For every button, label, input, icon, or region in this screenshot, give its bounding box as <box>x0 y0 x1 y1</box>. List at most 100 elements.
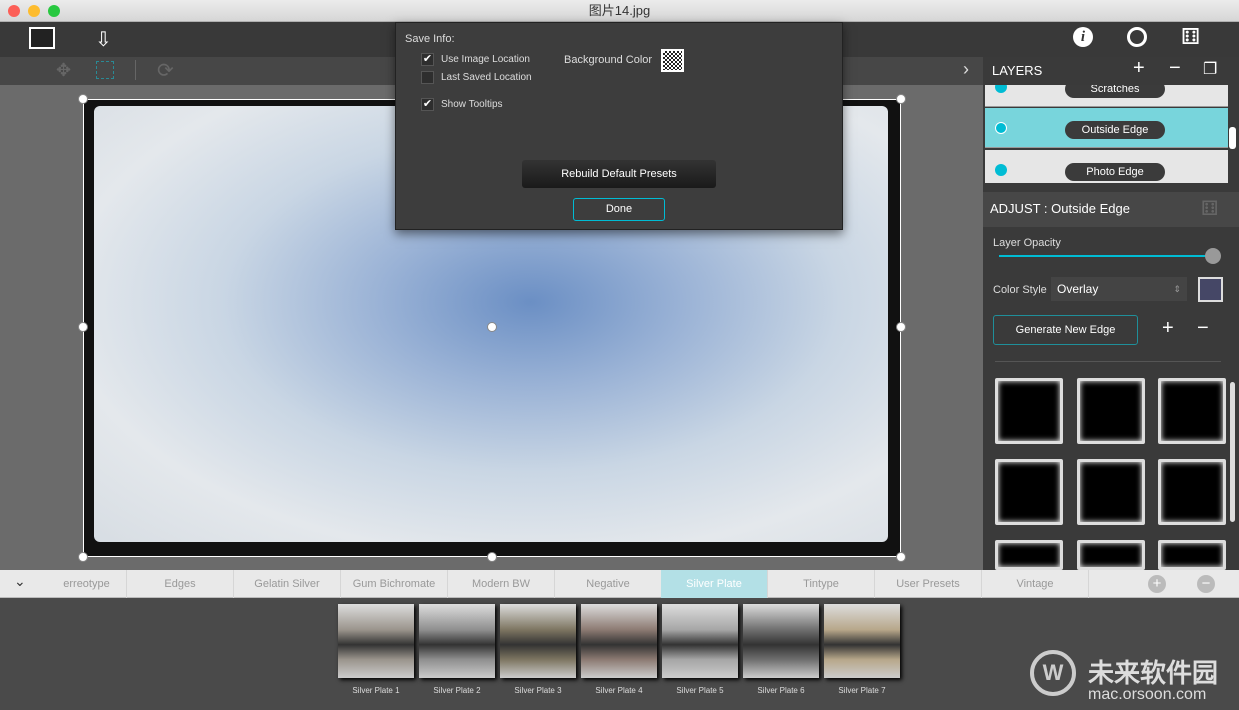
remove-edge-icon[interactable]: − <box>1197 317 1209 340</box>
last-saved-location-checkbox[interactable] <box>421 71 434 84</box>
random-dice-icon[interactable]: ⚅ <box>1201 196 1218 221</box>
tab-modern-bw[interactable]: Modern BW <box>448 570 555 598</box>
layers-list: Scratches Outside Edge Photo Edge <box>983 85 1228 183</box>
window-title: 图片14.jpg <box>588 3 651 18</box>
layers-scrollbar[interactable] <box>1229 127 1236 149</box>
preset-label: Silver Plate 3 <box>514 686 562 695</box>
adjust-title: ADJUST : Outside Edge <box>990 201 1130 216</box>
tab-erreotype[interactable]: erreotype <box>47 570 127 598</box>
generate-edge-button[interactable]: Generate New Edge <box>993 315 1138 345</box>
tab-tintype[interactable]: Tintype <box>768 570 875 598</box>
preset-thumbnail[interactable] <box>500 604 576 678</box>
tab-negative[interactable]: Negative <box>555 570 662 598</box>
add-preset-icon[interactable]: + <box>1148 575 1166 593</box>
resize-handle[interactable] <box>78 552 88 562</box>
chevron-down-icon[interactable]: ⌄ <box>14 573 26 590</box>
preset-label: Silver Plate 2 <box>433 686 481 695</box>
preset-thumbnail[interactable] <box>338 604 414 678</box>
move-icon[interactable]: ✥ <box>56 60 71 81</box>
edge-thumbnail[interactable] <box>1158 540 1226 570</box>
settings-icon[interactable] <box>1127 27 1147 47</box>
tab-edges[interactable]: Edges <box>127 570 234 598</box>
tab-user-presets[interactable]: User Presets <box>875 570 982 598</box>
edges-scrollbar[interactable] <box>1230 382 1235 522</box>
color-style-select[interactable]: Overlay ⇕ <box>1051 277 1187 301</box>
edge-thumbnail[interactable] <box>1158 378 1226 444</box>
add-layer-icon[interactable]: + <box>1133 57 1145 80</box>
opacity-slider-thumb[interactable] <box>1205 248 1221 264</box>
crop-icon[interactable] <box>96 61 114 79</box>
rotate-icon[interactable]: ⟳ <box>157 58 174 83</box>
show-tooltips-label: Show Tooltips <box>441 99 503 110</box>
center-handle[interactable] <box>487 322 497 332</box>
background-color-swatch[interactable] <box>661 49 684 72</box>
resize-handle[interactable] <box>896 322 906 332</box>
rebuild-presets-button[interactable]: Rebuild Default Presets <box>522 160 716 188</box>
preset-label: Silver Plate 1 <box>352 686 400 695</box>
edge-thumbnail[interactable] <box>1077 378 1145 444</box>
resize-handle[interactable] <box>487 552 497 562</box>
layer-item-selected[interactable]: Outside Edge <box>985 108 1228 148</box>
layer-item[interactable]: Photo Edge <box>985 150 1228 183</box>
layer-label: Outside Edge <box>1065 121 1165 139</box>
tab-vintage[interactable]: Vintage <box>982 570 1089 598</box>
minimize-button[interactable] <box>28 5 40 17</box>
open-image-icon[interactable] <box>29 27 55 49</box>
preset-label: Silver Plate 5 <box>676 686 724 695</box>
show-tooltips-checkbox[interactable]: ✔ <box>421 98 434 111</box>
edge-thumbnail[interactable] <box>1077 540 1145 570</box>
preset-strip: Silver Plate 1 Silver Plate 2 Silver Plate… <box>0 598 1239 710</box>
preset-thumbnail[interactable] <box>824 604 900 678</box>
color-style-value: Overlay <box>1057 282 1099 296</box>
preset-thumbnail[interactable] <box>743 604 819 678</box>
preset-thumbnail[interactable] <box>662 604 738 678</box>
add-edge-icon[interactable]: + <box>1162 317 1174 340</box>
background-color-label: Background Color <box>564 54 653 66</box>
edge-thumbnail[interactable] <box>1077 459 1145 525</box>
edge-thumbnail[interactable] <box>995 540 1063 570</box>
random-dice-icon[interactable]: ⚅ <box>1181 24 1200 50</box>
preset-label: Silver Plate 4 <box>595 686 643 695</box>
use-image-location-label: Use Image Location <box>441 54 530 65</box>
preset-label: Silver Plate 6 <box>757 686 805 695</box>
close-button[interactable] <box>8 5 20 17</box>
dialog-heading: Save Info: <box>405 33 455 45</box>
preset-label: Silver Plate 7 <box>838 686 886 695</box>
resize-handle[interactable] <box>78 94 88 104</box>
done-button[interactable]: Done <box>573 198 665 221</box>
right-panel: LAYERS + − ❐ Scratches Outside Edge Phot… <box>983 57 1239 570</box>
remove-layer-icon[interactable]: − <box>1169 57 1181 80</box>
divider <box>995 361 1221 362</box>
resize-handle[interactable] <box>896 552 906 562</box>
resize-handle[interactable] <box>78 322 88 332</box>
preset-thumbnail[interactable] <box>419 604 495 678</box>
edge-thumbnail[interactable] <box>995 459 1063 525</box>
save-info-dialog: Save Info: ✔ Use Image Location Last Sav… <box>395 22 843 230</box>
info-icon[interactable]: i <box>1073 27 1093 47</box>
collapse-panel-icon[interactable]: › <box>963 59 969 80</box>
tab-gelatin-silver[interactable]: Gelatin Silver <box>234 570 341 598</box>
zoom-button[interactable] <box>48 5 60 17</box>
opacity-label: Layer Opacity <box>993 237 1061 249</box>
layer-item[interactable]: Scratches <box>985 85 1228 107</box>
adjust-header: ADJUST : Outside Edge ⚅ <box>983 192 1239 227</box>
preset-category-tabs: ⌄ erreotype Edges Gelatin Silver Gum Bichro… <box>0 570 1239 598</box>
color-swatch[interactable] <box>1198 277 1223 302</box>
layer-label: Photo Edge <box>1065 163 1165 181</box>
layer-label: Scratches <box>1065 85 1165 98</box>
duplicate-layer-icon[interactable]: ❐ <box>1203 59 1217 79</box>
remove-preset-icon[interactable]: − <box>1197 575 1215 593</box>
preset-thumbnail[interactable] <box>581 604 657 678</box>
tab-silver-plate[interactable]: Silver Plate <box>661 570 768 598</box>
opacity-slider[interactable] <box>999 255 1209 257</box>
title-bar: 图片14.jpg <box>0 0 1239 22</box>
watermark-logo: W <box>1030 650 1076 696</box>
divider <box>135 60 136 80</box>
resize-handle[interactable] <box>896 94 906 104</box>
tab-gum-bichromate[interactable]: Gum Bichromate <box>341 570 448 598</box>
edge-thumbnail[interactable] <box>1158 459 1226 525</box>
use-image-location-checkbox[interactable]: ✔ <box>421 53 434 66</box>
edge-thumbnail[interactable] <box>995 378 1063 444</box>
last-saved-location-label: Last Saved Location <box>441 72 532 83</box>
save-icon[interactable]: ⇩ <box>95 27 112 52</box>
